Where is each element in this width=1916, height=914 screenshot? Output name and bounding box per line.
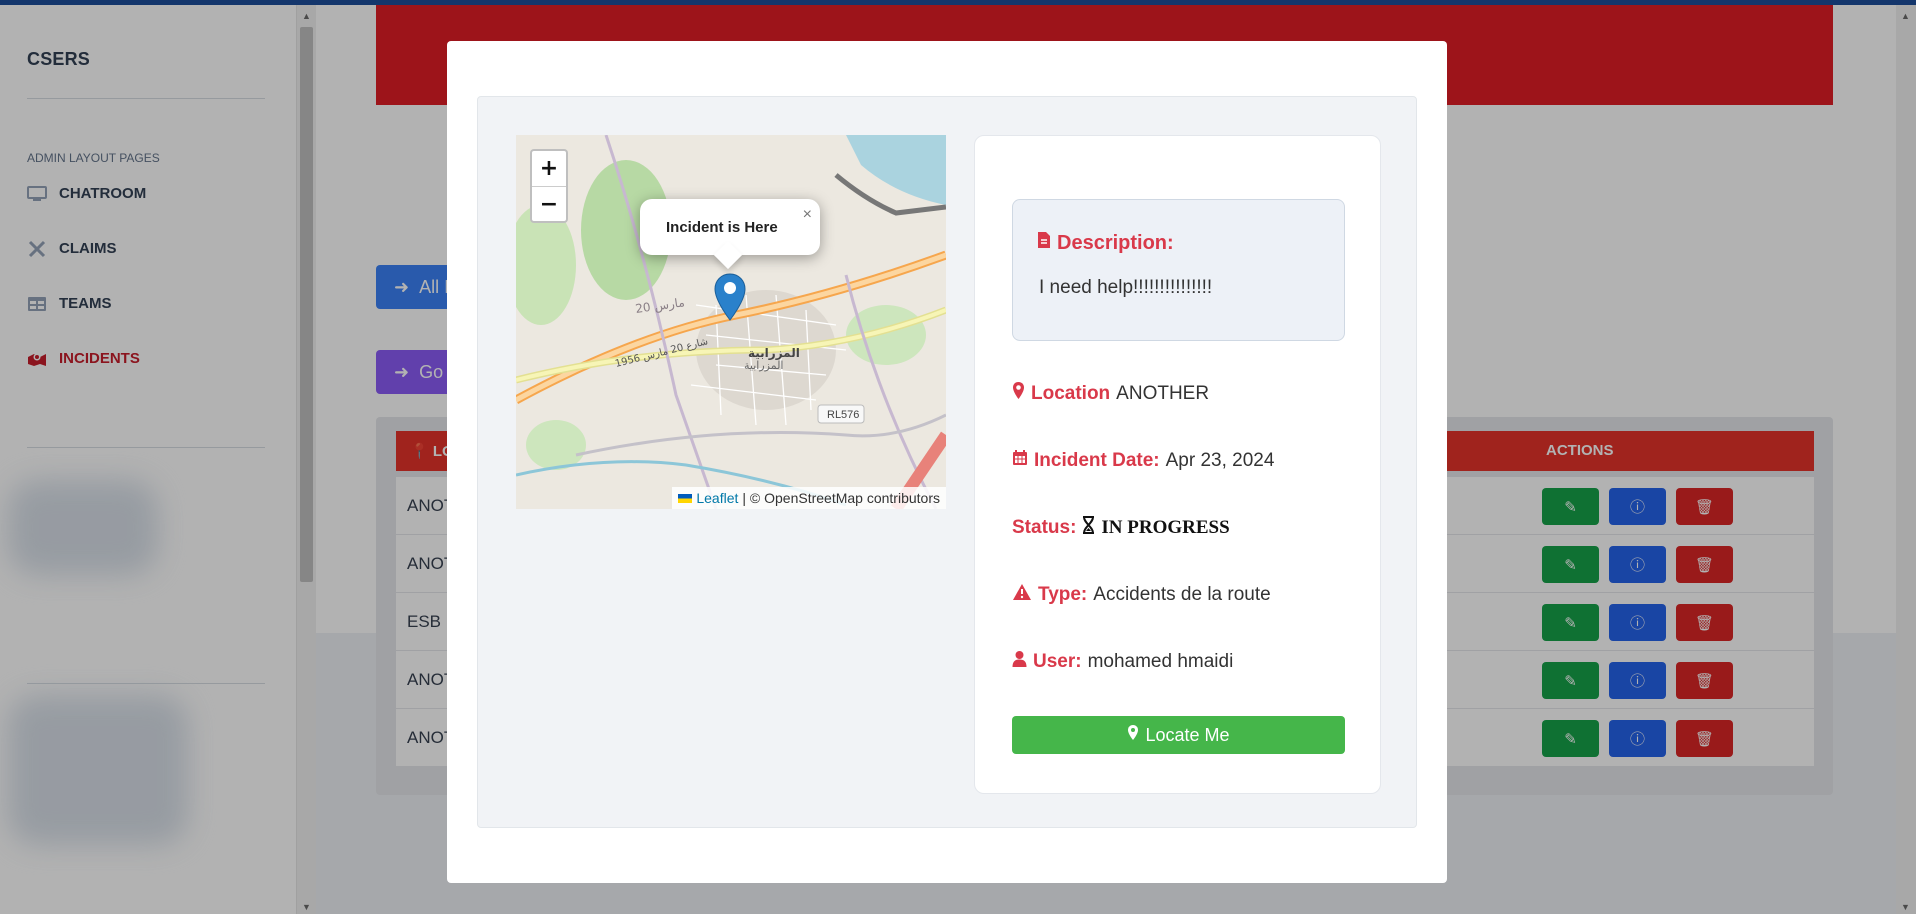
map-pin-icon <box>1012 381 1025 406</box>
date-row: Incident Date: Apr 23, 2024 <box>1012 449 1274 472</box>
zoom-in-button[interactable]: + <box>532 151 566 186</box>
map-marker-pin[interactable] <box>713 273 747 321</box>
map-zoom-control: + − <box>530 149 568 223</box>
popup-close-icon[interactable]: × <box>803 206 812 224</box>
location-value: ANOTHER <box>1116 382 1210 404</box>
description-box: Description: I need help!!!!!!!!!!!!!!! <box>1012 199 1345 341</box>
leaflet-link[interactable]: Leaflet <box>696 490 738 506</box>
date-value: Apr 23, 2024 <box>1165 449 1275 471</box>
description-heading: Description: <box>1037 231 1174 255</box>
type-label: Type: <box>1038 584 1088 605</box>
status-row: Status: IN PROGRESS <box>1012 516 1230 540</box>
map-attribution: Leaflet | © OpenStreetMap contributors <box>672 487 946 509</box>
modal-body: RL576 المزرابية المزرابية شارع 20 مارس 1… <box>477 96 1417 828</box>
incident-map[interactable]: RL576 المزرابية المزرابية شارع 20 مارس 1… <box>516 135 946 509</box>
svg-text:المزرابية: المزرابية <box>748 346 800 360</box>
attribution-text: | © OpenStreetMap contributors <box>742 490 940 506</box>
map-pin-icon <box>1127 724 1139 746</box>
ukraine-flag-icon <box>678 493 693 503</box>
locate-me-button[interactable]: Locate Me <box>1012 716 1345 754</box>
svg-text:RL576: RL576 <box>827 409 859 421</box>
location-label: Location <box>1031 382 1111 404</box>
type-row: Type: Accidents de la route <box>1012 583 1271 607</box>
svg-text:المزرابية: المزرابية <box>744 359 783 372</box>
description-value: I need help!!!!!!!!!!!!!!! <box>1039 277 1213 298</box>
file-icon <box>1037 231 1051 255</box>
calendar-icon <box>1012 449 1028 472</box>
type-value: Accidents de la route <box>1093 584 1271 605</box>
popup-text: Incident is Here <box>666 219 778 236</box>
date-label: Incident Date: <box>1034 449 1160 471</box>
map-tiles: RL576 المزرابية المزرابية شارع 20 مارس 1… <box>516 135 946 509</box>
status-value: IN PROGRESS <box>1101 517 1230 538</box>
status-label: Status: <box>1012 517 1077 538</box>
user-icon <box>1012 650 1027 673</box>
location-row: Location ANOTHER <box>1012 381 1209 406</box>
warning-icon <box>1012 583 1032 607</box>
hourglass-icon <box>1082 516 1095 540</box>
zoom-out-button[interactable]: − <box>532 186 566 221</box>
user-label: User: <box>1033 650 1082 672</box>
incident-details-modal: RL576 المزرابية المزرابية شارع 20 مارس 1… <box>447 41 1447 883</box>
incident-details-card: Description: I need help!!!!!!!!!!!!!!! … <box>974 135 1381 794</box>
map-popup: Incident is Here × <box>640 199 820 255</box>
user-row: User: mohamed hmaidi <box>1012 650 1233 673</box>
user-value: mohamed hmaidi <box>1087 650 1234 672</box>
